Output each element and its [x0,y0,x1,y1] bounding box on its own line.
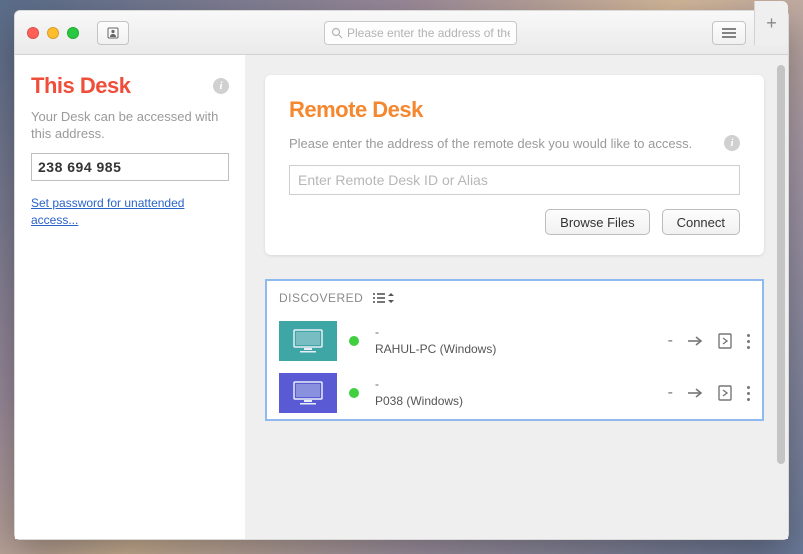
monitor-thumb [279,321,337,361]
row-name: RAHUL-PC (Windows) [375,341,656,358]
row-name: P038 (Windows) [375,393,656,410]
remote-desk-input[interactable] [289,165,740,195]
address-search-input[interactable] [347,26,510,40]
online-status-icon [349,336,359,346]
file-transfer-icon[interactable] [717,333,733,349]
more-menu-icon[interactable] [747,334,750,349]
row-alias: - [375,376,656,393]
row-text: -RAHUL-PC (Windows) [371,324,656,358]
address-book-button[interactable] [97,21,129,45]
discovered-row[interactable]: -RAHUL-PC (Windows)- [267,315,762,367]
row-status: - [668,332,673,350]
discovered-list: -RAHUL-PC (Windows)--P038 (Windows)- [267,315,762,419]
row-alias: - [375,324,656,341]
main-panel: Remote Desk Please enter the address of … [245,55,788,539]
discovered-header: DISCOVERED [279,291,363,305]
info-icon[interactable]: i [724,135,740,151]
online-status-icon [349,388,359,398]
row-actions: - [668,384,750,402]
address-book-icon [107,27,119,39]
new-tab-button[interactable]: + [754,1,788,45]
remote-desk-desc: Please enter the address of the remote d… [289,135,714,153]
this-desk-address-input[interactable] [31,153,229,181]
titlebar: + [15,11,788,55]
info-icon[interactable]: i [213,78,229,94]
row-status: - [668,384,673,402]
menu-button[interactable] [712,21,746,45]
content-body: This Desk i Your Desk can be accessed wi… [15,55,788,539]
hamburger-icon [722,28,736,38]
set-password-link[interactable]: Set password for unattended access... [31,195,229,229]
browse-files-button[interactable]: Browse Files [545,209,649,235]
connect-arrow-icon[interactable] [687,385,703,401]
remote-desk-card: Remote Desk Please enter the address of … [265,75,764,255]
more-menu-icon[interactable] [747,386,750,401]
monitor-thumb [279,373,337,413]
sort-icon [387,293,395,303]
connect-arrow-icon[interactable] [687,333,703,349]
file-transfer-icon[interactable] [717,385,733,401]
view-toggle-button[interactable] [373,293,395,303]
window-controls [27,27,79,39]
list-icon [373,293,385,303]
row-actions: - [668,332,750,350]
discovered-section: DISCOVERED -RAHUL-PC (Windows)--P038 (Wi… [265,279,764,421]
remote-desk-title: Remote Desk [289,97,740,123]
maximize-icon[interactable] [67,27,79,39]
minimize-icon[interactable] [47,27,59,39]
discovered-row[interactable]: -P038 (Windows)- [267,367,762,419]
app-window: + This Desk i Your Desk can be accessed … [14,10,789,540]
scrollbar[interactable] [777,65,785,529]
connect-button[interactable]: Connect [662,209,740,235]
sidebar: This Desk i Your Desk can be accessed wi… [15,55,245,539]
this-desk-title: This Desk [31,73,130,99]
close-icon[interactable] [27,27,39,39]
search-icon [331,27,343,39]
this-desk-desc: Your Desk can be accessed with this addr… [31,109,229,143]
address-search[interactable] [324,21,517,45]
row-text: -P038 (Windows) [371,376,656,410]
